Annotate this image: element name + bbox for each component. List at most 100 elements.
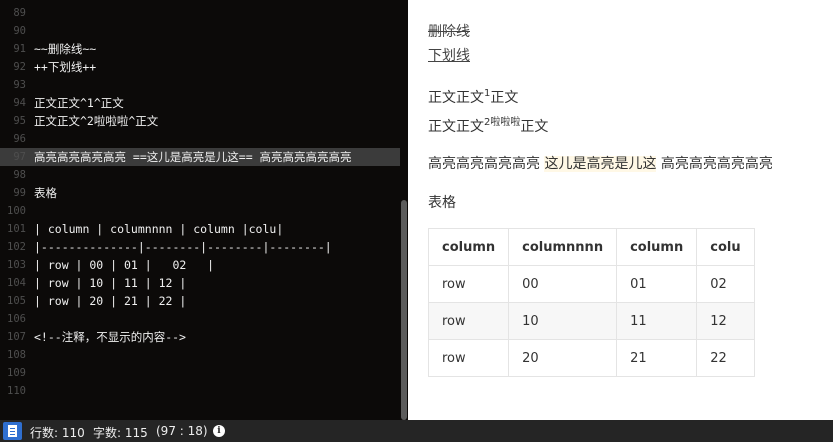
sup-line-2-before: 正文正文 — [428, 119, 484, 135]
editor-line[interactable]: 90 — [0, 22, 400, 40]
highlight-line: 高亮高亮高亮高亮 这儿是高亮是儿这 高亮高亮高亮高亮 — [428, 153, 773, 173]
line-code: | row | 00 | 01 | 02 | — [34, 258, 215, 272]
line-number: 103 — [7, 259, 26, 271]
editor-line[interactable]: 93 — [0, 76, 400, 94]
line-number: 99 — [13, 187, 26, 199]
table-row: row 10 11 12 — [427, 302, 755, 340]
line-number: 94 — [13, 97, 26, 109]
table-row: row 20 21 22 — [427, 339, 755, 377]
line-code: 高亮高亮高亮高亮 ==这儿是高亮是儿这== 高亮高亮高亮高亮 — [34, 150, 352, 164]
line-number: 104 — [7, 277, 26, 289]
status-bar: 行数: 110 字数: 115 (97 : 18) i — [0, 420, 833, 442]
editor-line[interactable]: 103 | row | 00 | 01 | 02 | — [0, 256, 400, 274]
table-cell: 10 — [508, 302, 618, 340]
document-icon[interactable] — [3, 422, 22, 440]
superscript-line-1: 正文正文1正文 — [428, 87, 518, 107]
table-row: row 00 01 02 — [427, 265, 755, 303]
line-code: | row | 20 | 21 | 22 | — [34, 294, 187, 308]
editor-line[interactable]: 105 | row | 20 | 21 | 22 | — [0, 292, 400, 310]
editor-line[interactable]: 108 — [0, 346, 400, 364]
editor-line[interactable]: 99 表格 — [0, 184, 400, 202]
editor-line[interactable]: 104 | row | 10 | 11 | 12 | — [0, 274, 400, 292]
highlight-before: 高亮高亮高亮高亮 — [428, 156, 545, 172]
highlight-mark: 这儿是高亮是儿这 — [544, 156, 657, 172]
superscript-line-2: 正文正文2啦啦啦正文 — [428, 113, 548, 136]
line-number: 92 — [13, 61, 26, 73]
line-number: 105 — [7, 295, 26, 307]
table-cell: 20 — [508, 339, 618, 377]
table-cell: 02 — [696, 265, 755, 303]
table-cell: 00 — [508, 265, 618, 303]
table-cell: row — [427, 339, 510, 377]
line-number: 100 — [7, 205, 26, 217]
line-code: | row | 10 | 11 | 12 | — [34, 276, 187, 290]
line-number: 97 — [13, 151, 26, 163]
editor-line[interactable]: 106 — [0, 310, 400, 328]
editor-scrollbar[interactable] — [400, 0, 408, 420]
editor-lines[interactable]: 89 90 91 ~~删除线~~ 92 ++下划线++ 93 94 正文正文^1^正文 95 正文正… — [0, 4, 400, 400]
table-cell: 11 — [616, 302, 698, 340]
editor-line[interactable]: 89 — [0, 4, 400, 22]
line-code: <!--注释，不显示的内容--> — [34, 330, 186, 344]
table-heading: 表格 — [428, 195, 456, 211]
line-number: 102 — [7, 241, 26, 253]
char-count: 字数: 115 — [93, 426, 148, 440]
line-number: 90 — [13, 25, 26, 37]
line-code: 正文正文^2啦啦啦^正文 — [34, 114, 159, 128]
table-header-row: column columnnnn column colu — [427, 228, 755, 266]
line-code: | column | columnnnn | column |colu| — [34, 222, 284, 236]
line-number: 93 — [13, 79, 26, 91]
line-number: 108 — [7, 349, 26, 361]
table-body: row 00 01 02 row 10 11 12 row 20 21 22 — [427, 265, 755, 377]
editor-line[interactable]: 94 正文正文^1^正文 — [0, 94, 400, 112]
editor-line[interactable]: 100 — [0, 202, 400, 220]
editor-line[interactable]: 97 高亮高亮高亮高亮 ==这儿是高亮是儿这== 高亮高亮高亮高亮 — [0, 148, 400, 166]
line-number: 98 — [13, 169, 26, 181]
editor-line[interactable]: 110 — [0, 382, 400, 400]
line-number: 106 — [7, 313, 26, 325]
line-code: 表格 — [34, 186, 57, 200]
table-cell: 21 — [616, 339, 698, 377]
line-number: 101 — [7, 223, 26, 235]
sup-line-2-sup: 2啦啦啦 — [484, 117, 521, 128]
editor-line[interactable]: 95 正文正文^2啦啦啦^正文 — [0, 112, 400, 130]
table-header-cell: column — [427, 228, 510, 266]
strikethrough-text: 删除线 — [428, 24, 470, 40]
underline-text: 下划线 — [428, 48, 470, 64]
info-icon[interactable]: i — [213, 425, 225, 437]
line-number: 91 — [13, 43, 26, 55]
scrollbar-thumb[interactable] — [401, 200, 407, 420]
table-cell: 22 — [696, 339, 755, 377]
line-code: |--------------|--------|--------|------… — [34, 240, 332, 254]
table-cell: 12 — [696, 302, 755, 340]
table-header-cell: column — [616, 228, 698, 266]
editor-line[interactable]: 102 |--------------|--------|--------|---… — [0, 238, 400, 256]
editor-line[interactable]: 107 <!--注释，不显示的内容--> — [0, 328, 400, 346]
editor-line[interactable]: 91 ~~删除线~~ — [0, 40, 400, 58]
line-number: 95 — [13, 115, 26, 127]
editor-line[interactable]: 98 — [0, 166, 400, 184]
line-number: 107 — [7, 331, 26, 343]
editor-line[interactable]: 92 ++下划线++ — [0, 58, 400, 76]
preview-pane: 删除线 下划线 正文正文1正文 正文正文2啦啦啦正文 高亮高亮高亮高亮 这儿是高… — [408, 0, 833, 420]
line-number: 89 — [13, 7, 26, 19]
table-header-cell: columnnnn — [508, 228, 618, 266]
line-number: 109 — [7, 367, 26, 379]
line-count: 行数: 110 — [30, 426, 85, 440]
table-header-cell: colu — [696, 228, 755, 266]
editor-line[interactable]: 109 — [0, 364, 400, 382]
line-code: ~~删除线~~ — [34, 42, 97, 56]
highlight-after: 高亮高亮高亮高亮 — [656, 156, 773, 172]
preview-table: column columnnnn column colu row 00 01 02 row 10… — [427, 228, 755, 377]
editor-line[interactable]: 96 — [0, 130, 400, 148]
line-number: 96 — [13, 133, 26, 145]
editor-pane[interactable]: 89 90 91 ~~删除线~~ 92 ++下划线++ 93 94 正文正文^1^正文 95 正文正… — [0, 0, 408, 420]
table-cell: row — [427, 265, 510, 303]
table-cell: 01 — [616, 265, 698, 303]
sup-line-2-after: 正文 — [520, 119, 549, 135]
sup-line-1-before: 正文正文 — [428, 90, 484, 106]
line-code: 正文正文^1^正文 — [34, 96, 124, 110]
table-cell: row — [427, 302, 510, 340]
sup-line-1-after: 正文 — [490, 90, 519, 106]
editor-line[interactable]: 101 | column | columnnnn | column |colu| — [0, 220, 400, 238]
